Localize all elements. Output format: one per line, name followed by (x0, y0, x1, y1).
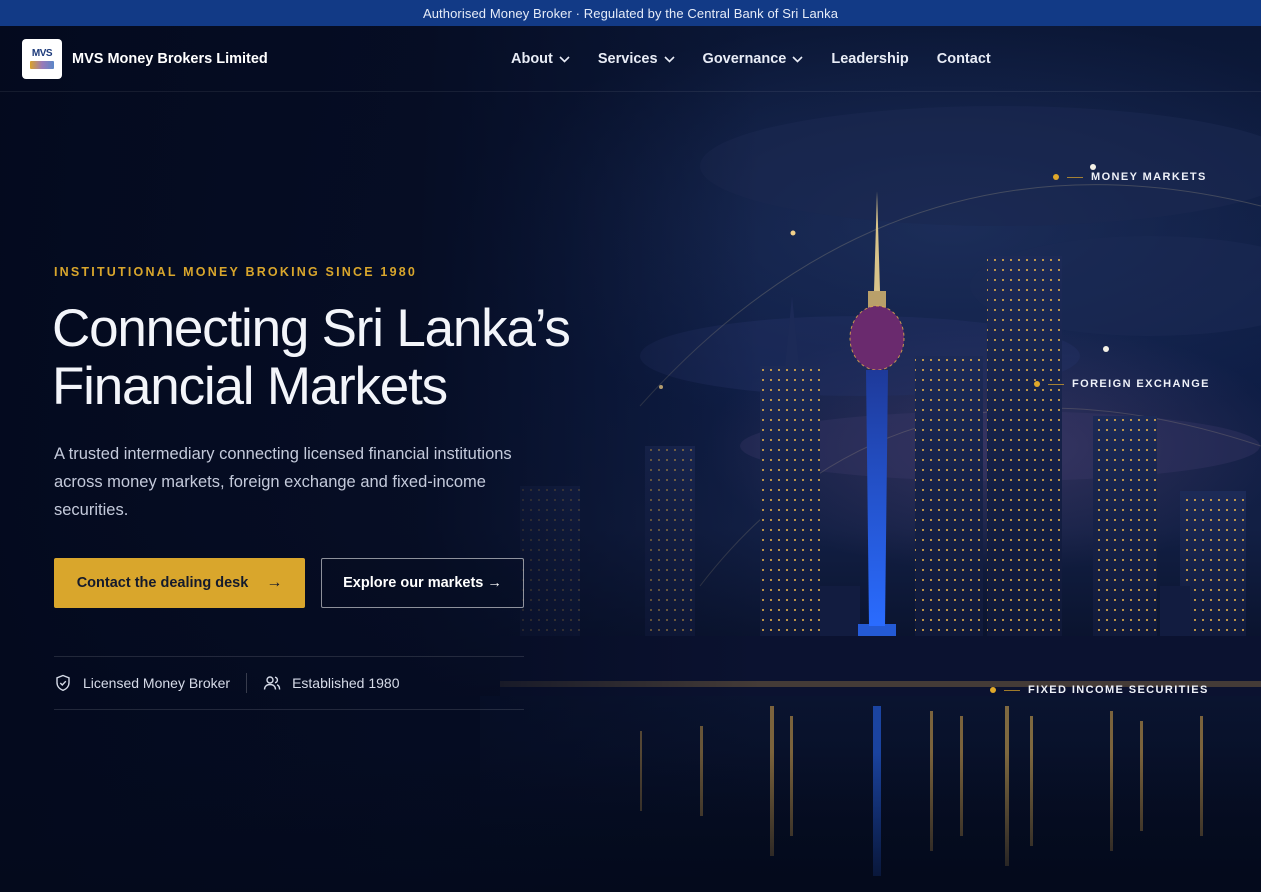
announcement-bar: Authorised Money Broker · Regulated by t… (0, 0, 1261, 26)
arrow-right-icon: → (266, 574, 283, 591)
chevron-down-icon (663, 55, 675, 63)
shield-icon (56, 674, 70, 692)
chevron-down-icon (559, 55, 570, 63)
brand-link[interactable]: MVS MVS Money Brokers Limited (22, 39, 268, 79)
trust-item-licensed: Licensed Money Broker (54, 674, 230, 692)
nav-item-about[interactable]: About (511, 51, 570, 67)
hero-eyebrow: INSTITUTIONAL MONEY BROKING SINCE 1980 (54, 265, 418, 279)
contact-dealing-desk-button[interactable]: Contact the dealing desk → (54, 558, 305, 608)
company-logo: MVS (22, 39, 62, 79)
users-icon (263, 676, 281, 690)
market-label-fixed-income: FIXED INCOME SECURITIES (990, 684, 1209, 696)
arrow-right-icon: → (487, 575, 502, 591)
announcement-text: Authorised Money Broker · Regulated by t… (422, 5, 839, 21)
nav-item-governance[interactable]: Governance (703, 51, 804, 67)
nav-item-services[interactable]: Services (598, 51, 675, 67)
main-navbar: MVS MVS Money Brokers Limited About Serv… (0, 26, 1261, 92)
primary-nav: About Services Governance Leadership Con… (511, 26, 1019, 92)
trust-item-established: Established 1980 (263, 674, 400, 692)
chevron-down-icon (792, 55, 803, 63)
nav-item-leadership[interactable]: Leadership (831, 51, 908, 67)
hero-headline: Connecting Sri Lanka’s Financial Markets (52, 299, 571, 416)
explore-markets-button[interactable]: Explore our markets → (321, 558, 524, 608)
nav-item-contact[interactable]: Contact (937, 51, 991, 67)
trust-indicators: Licensed Money Broker Established 1980 (54, 656, 524, 710)
market-label-money: MONEY MARKETS (1053, 171, 1207, 183)
brand-name: MVS Money Brokers Limited (72, 51, 268, 67)
market-label-fx: FOREIGN EXCHANGE (1034, 378, 1210, 390)
hero-subtext: A trusted intermediary connecting licens… (54, 445, 512, 519)
divider (246, 673, 248, 693)
